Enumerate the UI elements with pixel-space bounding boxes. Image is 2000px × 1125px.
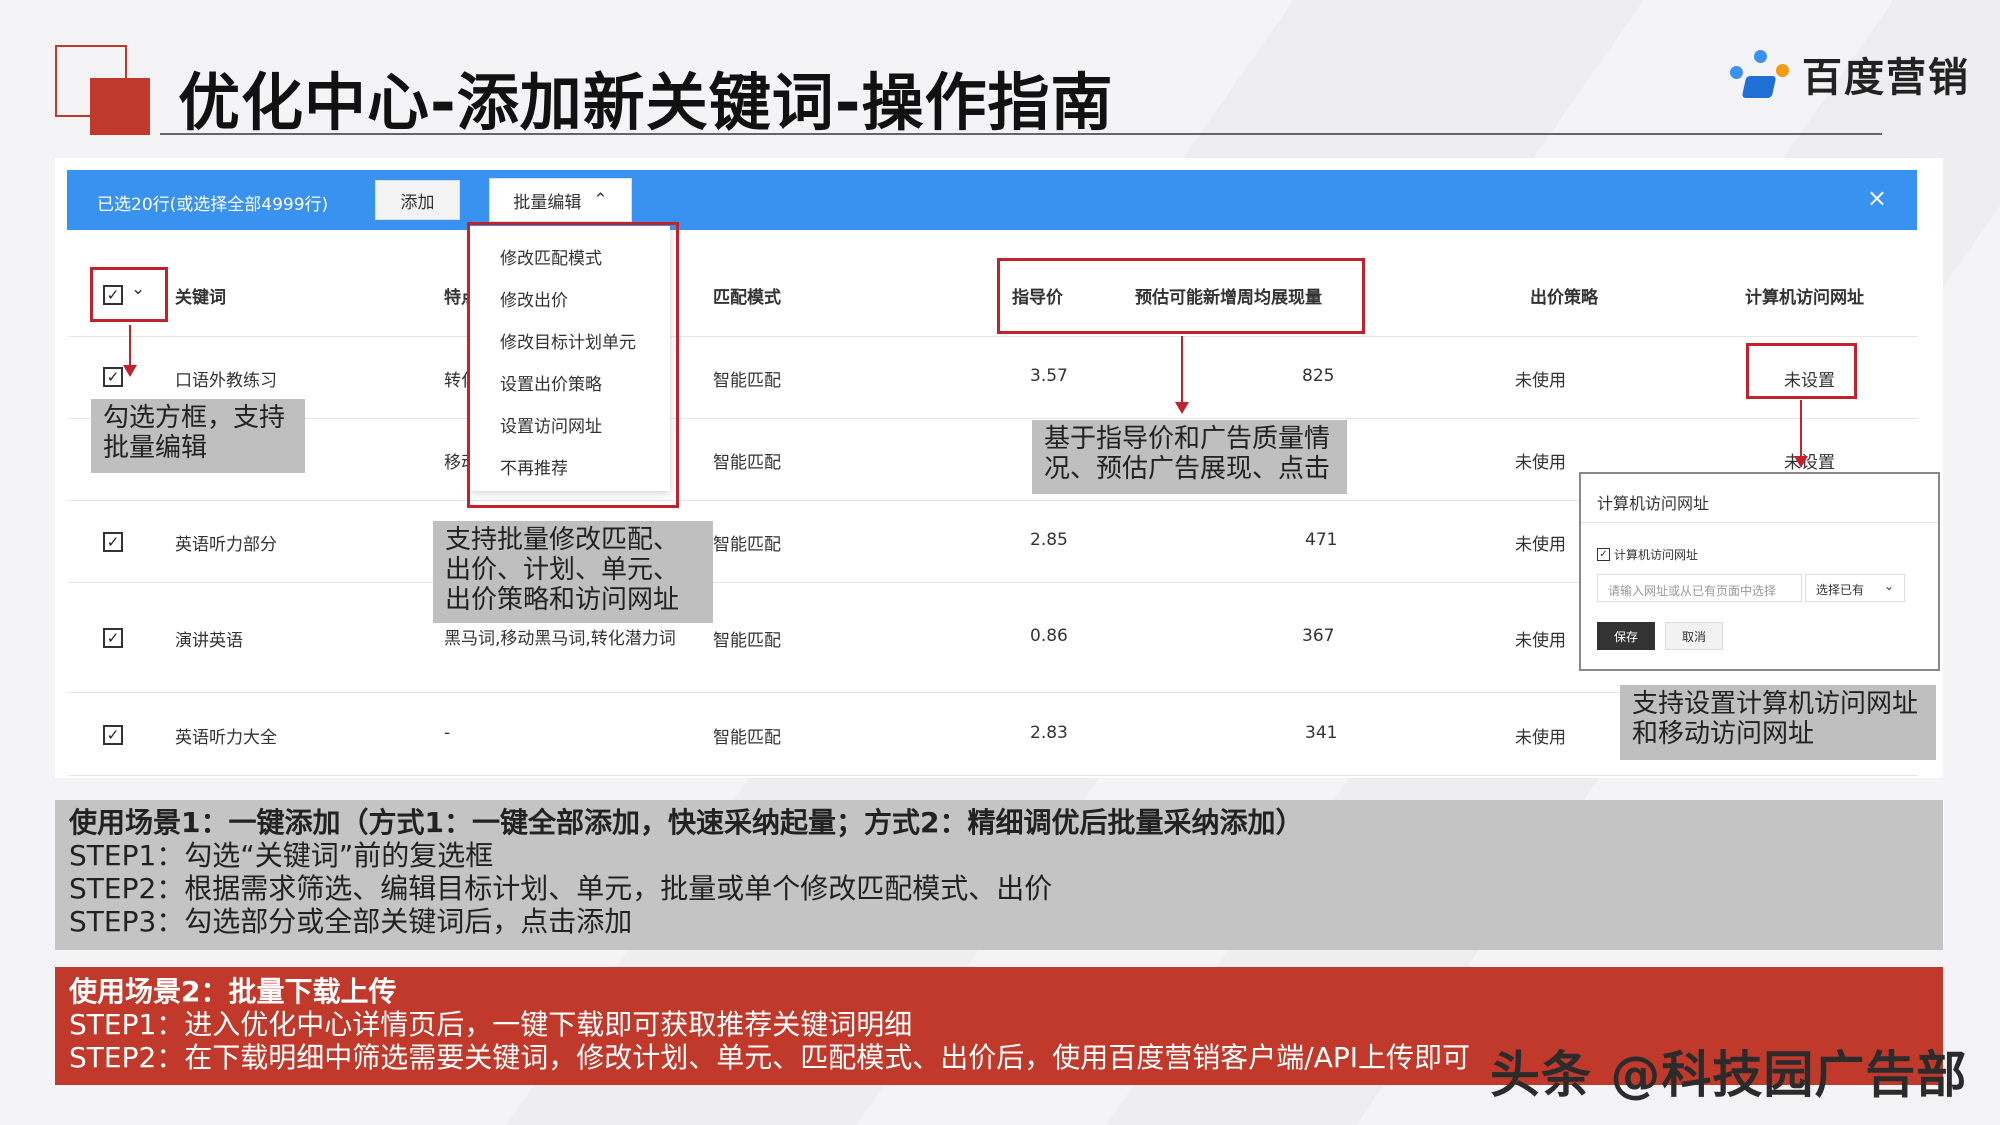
impressions-cell: 471	[1305, 530, 1338, 550]
batch-edit-button[interactable]: 批量编辑 ⌃	[489, 178, 632, 222]
keyword-cell: 英语听力大全	[175, 728, 277, 748]
scenario-2-heading: 使用场景2：批量下载上传	[69, 975, 397, 1008]
popup-checkbox[interactable]: ✓	[1597, 548, 1610, 561]
close-icon[interactable]: ×	[1867, 184, 1887, 212]
baidu-marketing-icon	[1730, 48, 1792, 100]
feature-cell: -	[444, 723, 451, 743]
popup-title: 计算机访问网址	[1597, 494, 1710, 513]
annotation-arrowhead	[1794, 456, 1808, 468]
match-cell: 智能匹配	[713, 728, 781, 748]
match-cell: 智能匹配	[713, 453, 781, 473]
existing-page-select[interactable]: 选择已有 ⌄	[1805, 574, 1905, 602]
scenario-1-step: STEP2：根据需求筛选、编辑目标计划、单元，批量或单个修改匹配模式、出价	[69, 872, 1053, 905]
select-label: 选择已有	[1816, 583, 1865, 597]
strategy-cell: 未使用	[1515, 535, 1566, 555]
table-divider	[68, 775, 1918, 776]
column-header-url: 计算机访问网址	[1745, 288, 1864, 308]
title-divider	[160, 133, 1882, 135]
chevron-up-icon: ⌃	[593, 190, 608, 210]
popup-checkbox-row[interactable]: ✓ 计算机访问网址	[1597, 546, 1698, 563]
title-decoration-filled	[90, 78, 150, 135]
keyword-cell: 英语听力部分	[175, 535, 277, 555]
brand-logo: 百度营销	[1730, 45, 1970, 103]
strategy-cell: 未使用	[1515, 631, 1566, 651]
row-checkbox[interactable]: ✓	[103, 725, 123, 745]
impressions-cell: 367	[1302, 626, 1335, 646]
price-note: 基于指导价和广告质量情况、预估广告展现、点击	[1032, 420, 1347, 494]
chevron-down-icon: ⌄	[1883, 579, 1894, 593]
popup-checkbox-label: 计算机访问网址	[1614, 548, 1699, 562]
scenario-1-heading: 使用场景1：一键添加（方式1：一键全部添加，快速采纳起量；方式2：精细调优后批量…	[69, 806, 1304, 839]
strategy-cell: 未使用	[1515, 453, 1566, 473]
watermark: 头条 @科技园广告部	[1490, 1046, 1968, 1104]
batch-edit-label: 批量编辑	[513, 192, 582, 213]
add-button[interactable]: 添加	[375, 180, 460, 220]
column-header-strategy: 出价策略	[1530, 288, 1598, 308]
annotation-arrow	[1181, 336, 1183, 402]
save-button[interactable]: 保存	[1597, 622, 1655, 650]
match-cell: 智能匹配	[713, 631, 781, 651]
brand-name: 百度营销	[1802, 55, 1970, 101]
keyword-cell: 口语外教练习	[175, 371, 277, 391]
selection-toolbar: 已选20行(或选择全部4999行) 添加 批量编辑 ⌃ ×	[67, 170, 1917, 230]
scenario-1-step: STEP3：勾选部分或全部关键词后，点击添加	[69, 905, 633, 938]
url-note: 支持设置计算机访问网址和移动访问网址	[1620, 685, 1936, 760]
impressions-cell: 825	[1302, 366, 1335, 386]
batch-edit-note: 支持批量修改匹配、出价、计划、单元、出价策略和访问网址	[433, 521, 713, 623]
price-cell: 0.86	[1030, 626, 1068, 646]
feature-cell: 黑马词,移动黑马词,转化潜力词	[444, 629, 676, 649]
url-input[interactable]: 请输入网址或从已有页面中选择	[1597, 574, 1802, 602]
scenario-1-box: 使用场景1：一键添加（方式1：一键全部添加，快速采纳起量；方式2：精细调优后批量…	[55, 800, 1943, 950]
keyword-cell: 演讲英语	[175, 631, 243, 651]
row-checkbox[interactable]: ✓	[103, 532, 123, 552]
match-cell: 智能匹配	[713, 371, 781, 391]
url-cell[interactable]: 未设置	[1784, 448, 1835, 473]
annotation-arrowhead	[1175, 402, 1189, 414]
table-divider	[68, 418, 1918, 419]
annotation-arrow	[129, 325, 131, 367]
highlight-batch-menu	[467, 222, 679, 508]
match-cell: 智能匹配	[713, 535, 781, 555]
strategy-cell: 未使用	[1515, 728, 1566, 748]
scenario-1-step: STEP1：勾选“关键词”前的复选框	[69, 839, 494, 872]
page-title: 优化中心-添加新关键词-操作指南	[178, 66, 1114, 139]
price-cell: 2.83	[1030, 723, 1068, 743]
highlight-url-cell	[1746, 343, 1857, 399]
checkbox-note: 勾选方框，支持批量编辑	[91, 399, 305, 473]
row-checkbox[interactable]: ✓	[103, 628, 123, 648]
table-divider	[68, 336, 1918, 337]
highlight-price-columns	[997, 258, 1365, 334]
popup-divider	[1581, 522, 1938, 523]
annotation-arrow	[1800, 400, 1802, 456]
highlight-checkbox	[90, 267, 168, 322]
strategy-cell: 未使用	[1515, 371, 1566, 391]
column-header-keyword: 关键词	[175, 288, 226, 308]
price-cell: 3.57	[1030, 366, 1068, 386]
impressions-cell: 341	[1305, 723, 1338, 743]
visit-url-popup: 计算机访问网址 ✓ 计算机访问网址 请输入网址或从已有页面中选择 选择已有 ⌄ …	[1579, 472, 1940, 671]
column-header-match: 匹配模式	[713, 288, 781, 308]
price-cell: 2.85	[1030, 530, 1068, 550]
annotation-arrowhead	[123, 365, 137, 377]
row-checkbox[interactable]: ✓	[103, 367, 123, 387]
selection-count: 已选20行(或选择全部4999行)	[97, 195, 329, 215]
cancel-button[interactable]: 取消	[1665, 622, 1723, 650]
